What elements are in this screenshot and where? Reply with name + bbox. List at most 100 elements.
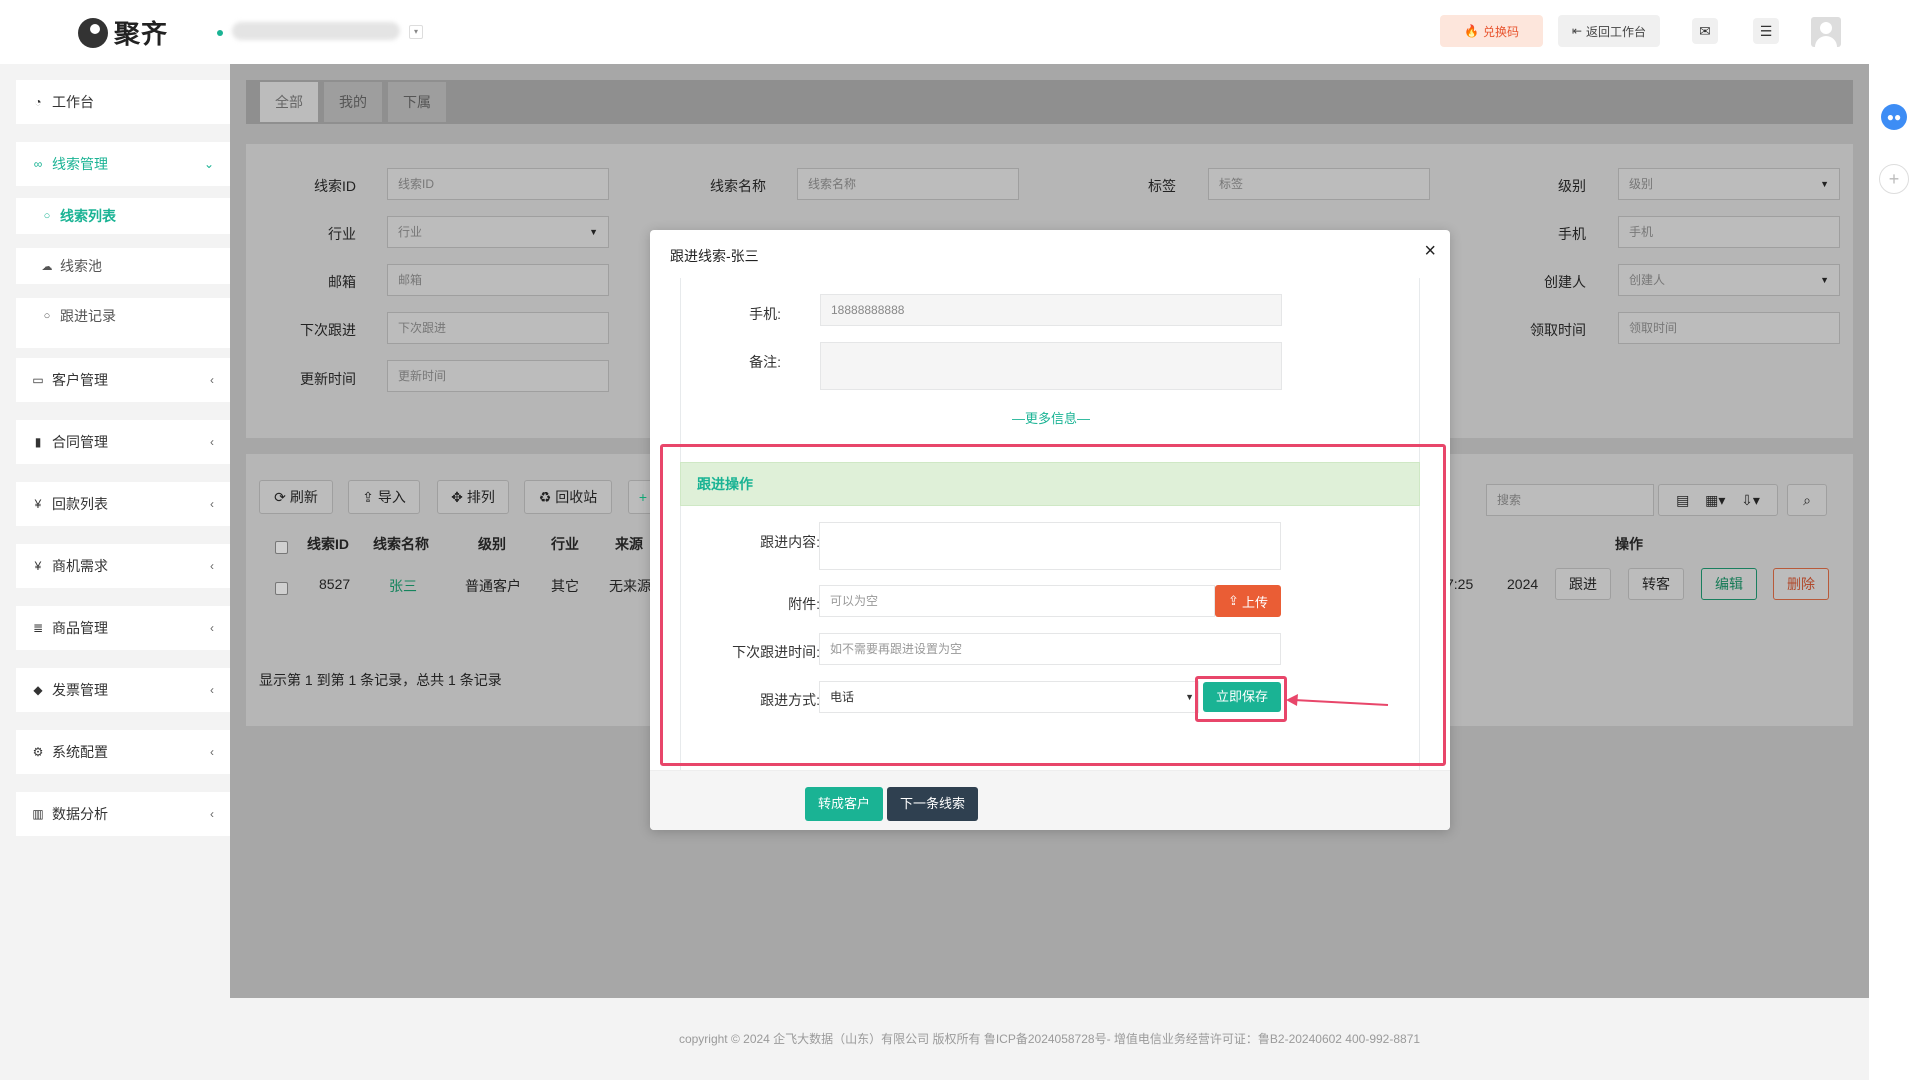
tab-mine[interactable]: 我的 — [324, 82, 382, 122]
tag-input[interactable]: 标签 — [1208, 168, 1430, 200]
view-toggle-group[interactable]: ▤ ▦▾ ⇩▾ — [1658, 484, 1778, 516]
sort-button[interactable]: ✥ 排列 — [437, 480, 509, 514]
chevron-down-icon: ⌄ — [203, 157, 214, 171]
tab-all[interactable]: 全部 — [260, 82, 318, 122]
list-icon: ≣ — [32, 621, 44, 635]
next-follow-input[interactable]: 下次跟进 — [387, 312, 609, 344]
col-header-actions: 操作 — [1615, 536, 1643, 552]
lead-id-input[interactable]: 线索ID — [387, 168, 609, 200]
convert-to-customer-button[interactable]: 转成客户 — [805, 787, 883, 821]
org-status-dot — [217, 30, 223, 36]
sidebar-item-invoices[interactable]: ◆ 发票管理 ‹ — [16, 668, 230, 712]
transfer-customer-button[interactable]: 转客 — [1628, 568, 1684, 600]
org-dropdown-icon[interactable]: ▾ — [409, 25, 423, 39]
row-checkbox[interactable] — [275, 582, 288, 595]
col-header-level[interactable]: 级别 — [478, 534, 506, 554]
cell-time-fragment: 7:25 — [1446, 576, 1474, 592]
follow-up-button[interactable]: 跟进 — [1555, 568, 1611, 600]
claim-time-input[interactable]: 领取时间 — [1618, 312, 1840, 344]
top-bar: 聚齐 ▾ 🔥 兑换码 ⇤ 返回工作台 ✉ ☰ — [0, 0, 1920, 64]
sidebar-subitem-lead-list[interactable]: ○ 线索列表 — [16, 198, 230, 234]
table-search-input[interactable]: 搜索 — [1486, 484, 1654, 516]
export-icon[interactable]: ⇩▾ — [1741, 492, 1760, 509]
industry-select[interactable]: 行业 ▼ — [387, 216, 609, 248]
more-info-link[interactable]: —更多信息— — [681, 408, 1419, 427]
columns-icon[interactable]: ▦▾ — [1705, 492, 1725, 509]
annotation-arrow-icon — [1286, 694, 1389, 706]
col-header-industry[interactable]: 行业 — [551, 534, 579, 554]
creator-select[interactable]: 创建人 ▼ — [1618, 264, 1840, 296]
delete-button[interactable]: 删除 — [1773, 568, 1829, 600]
col-header-source[interactable]: 来源 — [615, 534, 643, 554]
highlight-box-section — [660, 444, 1446, 766]
select-all-checkbox[interactable] — [275, 541, 288, 554]
circle-icon: ○ — [43, 210, 51, 222]
redeem-code-button[interactable]: 🔥 兑换码 — [1440, 15, 1543, 47]
sidebar-item-workbench[interactable]: ◔ 工作台 — [16, 80, 230, 124]
sort-label: 排列 — [466, 489, 495, 505]
fire-icon: 🔥 — [1464, 24, 1479, 38]
sidebar-item-payments[interactable]: ¥ 回款列表 ‹ — [16, 482, 230, 526]
cloud-icon: ☁ — [41, 260, 53, 273]
note-textarea[interactable] — [820, 342, 1282, 390]
cell-lead-name-link[interactable]: 张三 — [389, 576, 417, 596]
sidebar-item-customers[interactable]: ▭ 客户管理 ‹ — [16, 358, 230, 402]
id-card-icon: ▭ — [32, 373, 44, 387]
highlight-box-save — [1195, 676, 1287, 722]
yen-icon: ¥ — [34, 559, 42, 573]
recycle-bin-button[interactable]: ♻ 回收站 — [524, 480, 612, 514]
lead-name-label: 线索名称 — [710, 178, 766, 194]
circle-icon: ○ — [43, 310, 51, 322]
phone-input[interactable]: 手机 — [1618, 216, 1840, 248]
cell-lead-id: 8527 — [319, 576, 351, 592]
lead-id-label: 线索ID — [314, 178, 356, 194]
sidebar-item-analytics[interactable]: ▥ 数据分析 ‹ — [16, 792, 230, 836]
search-button[interactable]: ⌕ — [1787, 484, 1827, 516]
chat-icon[interactable]: ●● — [1881, 104, 1907, 130]
update-time-input[interactable]: 更新时间 — [387, 360, 609, 392]
list-view-icon[interactable]: ▤ — [1676, 492, 1689, 509]
next-follow-label: 下次跟进 — [300, 322, 356, 338]
close-icon[interactable]: × — [1424, 240, 1436, 263]
col-header-lead-name[interactable]: 线索名称 — [373, 534, 429, 554]
brand-logo[interactable]: 聚齐 — [78, 14, 168, 51]
sidebar-item-label: 线索管理 — [52, 156, 108, 172]
phone-field[interactable]: 18888888888 — [820, 294, 1282, 326]
add-icon[interactable]: + — [1879, 164, 1909, 194]
level-select[interactable]: 级别 ▼ — [1618, 168, 1840, 200]
sidebar-subitem-label: 跟进记录 — [60, 308, 116, 324]
cell-level: 普通客户 — [465, 578, 521, 594]
back-to-workbench-button[interactable]: ⇤ 返回工作台 — [1558, 15, 1660, 47]
sidebar-item-contracts[interactable]: ▮ 合同管理 ‹ — [16, 420, 230, 464]
tab-subordinates[interactable]: 下属 — [388, 82, 446, 122]
bookmark-icon: ▮ — [34, 435, 42, 449]
import-button[interactable]: ⇪ 导入 — [348, 480, 420, 514]
import-label: 导入 — [377, 489, 406, 505]
sidebar-item-leads[interactable]: ∞ 线索管理 ⌄ — [16, 142, 230, 186]
sidebar-subitem-follow-records[interactable]: ○ 跟进记录 — [16, 298, 230, 334]
chevron-left-icon: ‹ — [210, 435, 214, 449]
menu-icon[interactable]: ☰ — [1753, 18, 1779, 44]
search-icon: ⌕ — [1803, 491, 1811, 508]
refresh-button[interactable]: ⟳ 刷新 — [259, 480, 333, 514]
update-time-label: 更新时间 — [300, 371, 356, 387]
email-input[interactable]: 邮箱 — [387, 264, 609, 296]
edit-button[interactable]: 编辑 — [1701, 568, 1757, 600]
lead-name-input[interactable]: 线索名称 — [797, 168, 1019, 200]
avatar[interactable] — [1811, 17, 1841, 47]
exit-icon: ⇤ — [1571, 24, 1583, 38]
creator-select-value: 创建人 — [1629, 273, 1666, 287]
redeem-code-label: 兑换码 — [1482, 24, 1519, 39]
sidebar-subitem-lead-pool[interactable]: ☁ 线索池 — [16, 248, 230, 284]
pagination-summary: 显示第 1 到第 1 条记录，总共 1 条记录 — [259, 672, 502, 688]
footer: copyright © 2024 企飞大数据（山东）有限公司 版权所有 鲁ICP… — [230, 998, 1869, 1080]
cell-industry: 其它 — [551, 578, 579, 594]
org-name-blurred[interactable] — [232, 22, 400, 40]
sidebar-item-products[interactable]: ≣ 商品管理 ‹ — [16, 606, 230, 650]
col-header-lead-id[interactable]: 线索ID — [307, 534, 349, 554]
next-lead-button[interactable]: 下一条线索 — [887, 787, 978, 821]
sidebar-item-opportunities[interactable]: ¥ 商机需求 ‹ — [16, 544, 230, 588]
mail-icon[interactable]: ✉ — [1692, 18, 1718, 44]
recycle-icon: ♻ — [538, 488, 552, 505]
sidebar-item-settings[interactable]: ⚙ 系统配置 ‹ — [16, 730, 230, 774]
